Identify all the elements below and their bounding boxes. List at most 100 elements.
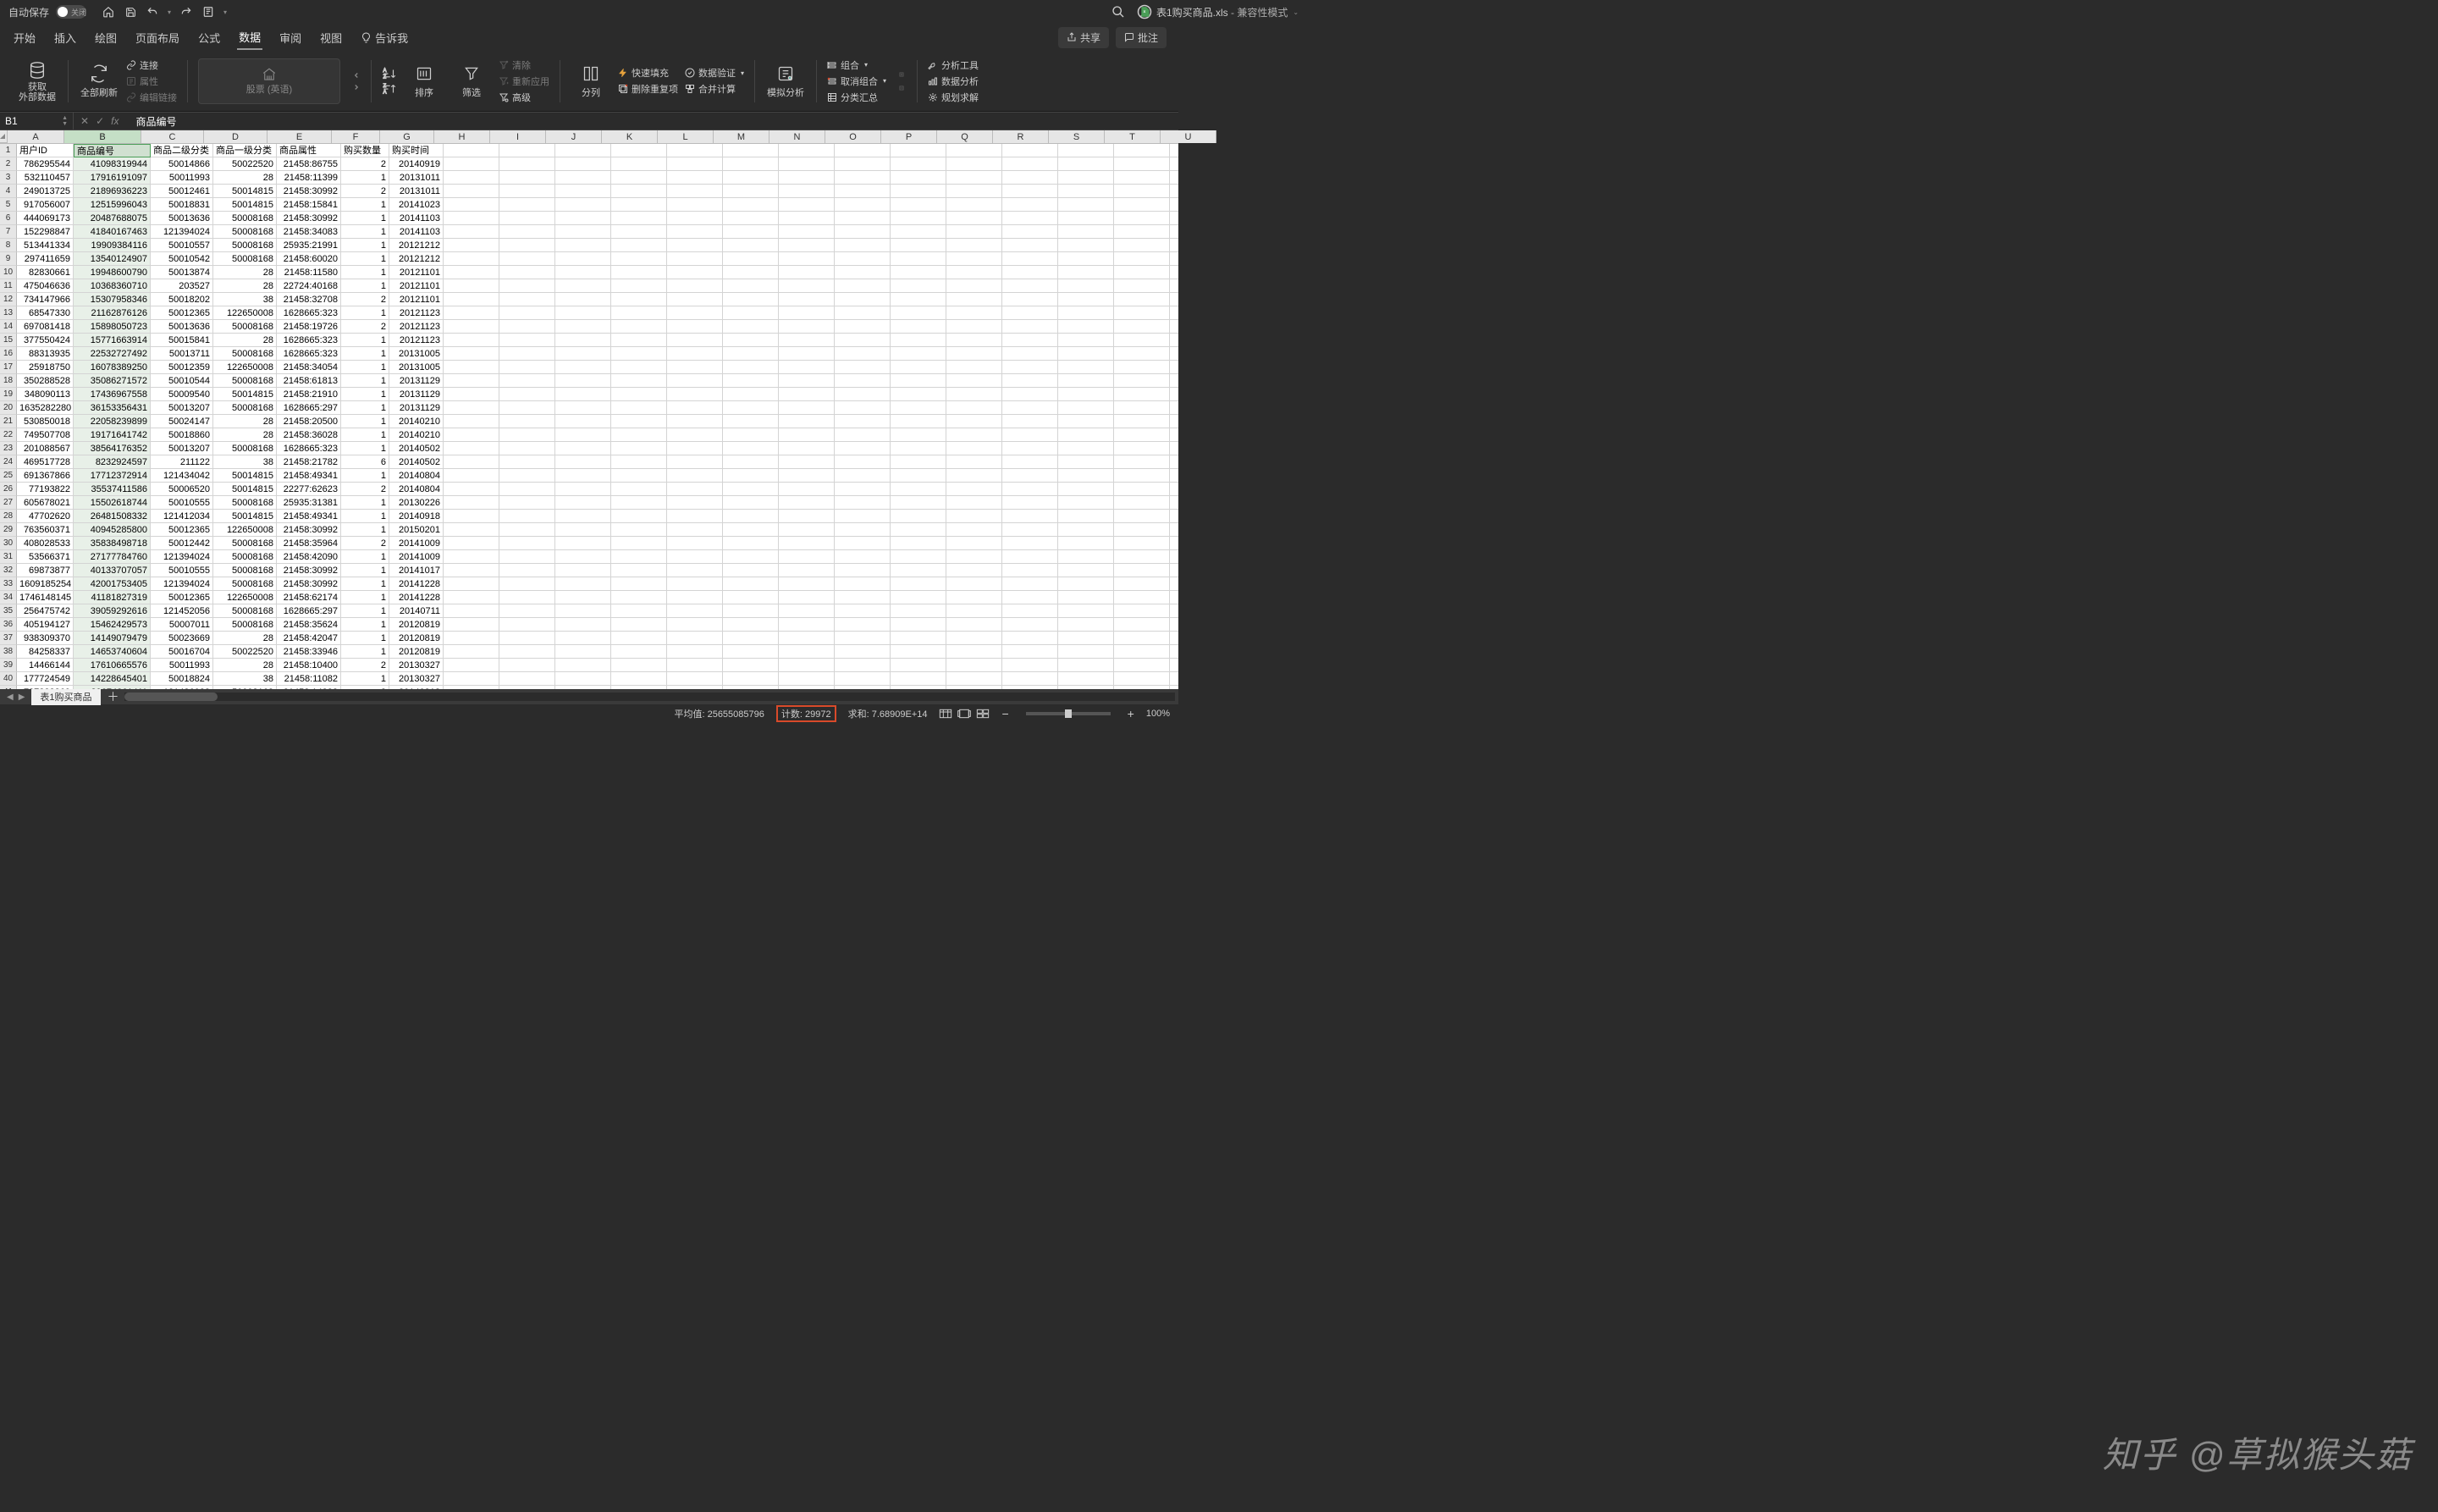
cell[interactable] [835,225,891,239]
cell[interactable]: 211122 [151,455,213,469]
row-header[interactable]: 35 [0,604,17,618]
cell[interactable]: 50013874 [151,266,213,279]
cell[interactable] [1002,564,1058,577]
cell[interactable]: 1628665:323 [277,334,341,347]
cell[interactable] [667,686,723,689]
cell[interactable] [891,252,946,266]
cell[interactable] [1114,374,1170,388]
cell[interactable] [1114,293,1170,306]
cell[interactable] [667,388,723,401]
cell[interactable] [891,415,946,428]
cell[interactable] [1002,239,1058,252]
cell[interactable] [667,483,723,496]
cell[interactable]: 1 [341,171,389,185]
cell[interactable] [444,266,499,279]
cell[interactable] [891,442,946,455]
cell[interactable]: 405194127 [17,618,74,632]
cell[interactable] [835,645,891,659]
cell[interactable]: 50022520 [213,645,277,659]
cell[interactable] [611,293,667,306]
cell[interactable] [946,510,1002,523]
row-header[interactable]: 26 [0,483,17,496]
cell[interactable]: 40133707057 [74,564,151,577]
cell[interactable]: 121394024 [151,550,213,564]
row-header[interactable]: 29 [0,523,17,537]
cell[interactable] [1002,510,1058,523]
cell[interactable]: 50008168 [213,618,277,632]
chevron-left-icon[interactable] [352,71,361,80]
cell[interactable]: 26481508332 [74,510,151,523]
cell[interactable]: 22277:62623 [277,483,341,496]
cell[interactable]: 1 [341,591,389,604]
cell[interactable] [779,266,835,279]
cell[interactable]: 256475742 [17,604,74,618]
cell[interactable]: 50008168 [213,496,277,510]
cell[interactable] [667,320,723,334]
cell[interactable] [499,266,555,279]
cell[interactable] [891,428,946,442]
cell[interactable] [611,361,667,374]
cell[interactable]: 50013207 [151,401,213,415]
cell[interactable]: 28 [213,428,277,442]
cell[interactable] [779,604,835,618]
cell[interactable]: 1 [341,415,389,428]
tab-formulas[interactable]: 公式 [196,26,222,49]
cell[interactable] [444,618,499,632]
row-header[interactable]: 40 [0,672,17,686]
cell[interactable] [444,198,499,212]
cell[interactable] [1002,320,1058,334]
cell[interactable] [946,469,1002,483]
cell[interactable] [667,632,723,645]
cell[interactable]: 20141103 [389,225,444,239]
cell[interactable] [723,239,779,252]
cell[interactable] [891,686,946,689]
cell[interactable]: 28 [213,279,277,293]
cell[interactable] [667,455,723,469]
cell[interactable]: 50013636 [151,212,213,225]
stocks-datatype-button[interactable]: 股票 (英语) [198,58,340,104]
cell[interactable] [779,618,835,632]
cell[interactable] [499,537,555,550]
cell[interactable]: 27177784760 [74,550,151,564]
column-header-D[interactable]: D [204,130,268,143]
cell[interactable] [946,239,1002,252]
cell[interactable] [1058,455,1114,469]
cell[interactable] [1058,266,1114,279]
cell[interactable]: 50011993 [151,171,213,185]
zoom-knob[interactable] [1065,709,1072,718]
cell[interactable]: 50008168 [213,212,277,225]
cell[interactable] [835,157,891,171]
cell[interactable]: 727823869 [17,686,74,689]
cell[interactable]: 50008168 [213,225,277,239]
cell[interactable]: 691367866 [17,469,74,483]
cell[interactable]: 938309370 [17,632,74,645]
share-button[interactable]: 共享 [1058,27,1109,48]
cell[interactable]: 50010557 [151,239,213,252]
cell[interactable] [555,334,611,347]
cell[interactable] [1114,686,1170,689]
cell[interactable] [1058,388,1114,401]
cell[interactable] [499,225,555,239]
cell[interactable]: 20140210 [389,415,444,428]
cell[interactable]: 50008168 [213,374,277,388]
cell[interactable] [835,537,891,550]
cell[interactable] [1002,550,1058,564]
cell[interactable] [499,198,555,212]
cell[interactable] [946,388,1002,401]
cell[interactable] [667,469,723,483]
cell[interactable]: 1 [341,469,389,483]
cell[interactable] [779,672,835,686]
cell[interactable]: 41181827319 [74,591,151,604]
cell[interactable] [1058,252,1114,266]
cell[interactable] [611,225,667,239]
cell[interactable] [555,388,611,401]
cell[interactable]: 20141023 [389,198,444,212]
cell[interactable] [555,442,611,455]
cell[interactable] [946,320,1002,334]
cell[interactable] [444,185,499,198]
cell[interactable] [1170,564,1178,577]
cell[interactable]: 商品编号 [74,144,151,157]
cell[interactable] [667,171,723,185]
cell[interactable] [779,157,835,171]
cell[interactable]: 350288528 [17,374,74,388]
